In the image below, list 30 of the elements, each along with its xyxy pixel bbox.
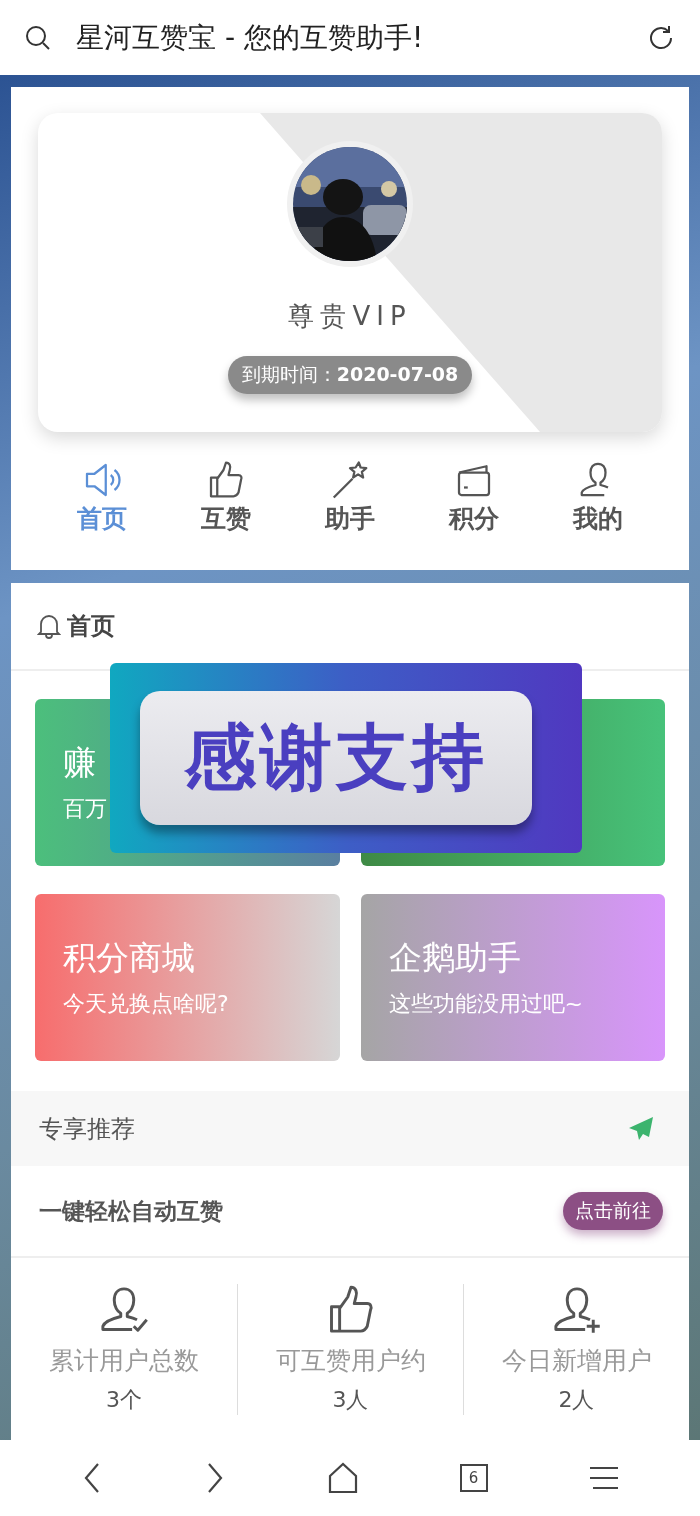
tab-count[interactable]: 6 [459, 1464, 488, 1492]
magic-wand-icon [330, 460, 370, 500]
card-subtitle: 这些功能没用过吧~ [388, 990, 583, 1018]
section-title: 首页 [67, 611, 115, 642]
card-subtitle: 今天兑换点啥呢? [63, 990, 229, 1018]
page-title: 星河互赞宝 - 您的互赞助手! [76, 19, 425, 56]
nav-tab[interactable]: 互赞 [186, 460, 266, 535]
stat-label: 可互赞用户约 [275, 1345, 426, 1377]
search-icon[interactable] [24, 23, 52, 52]
vip-level: 尊贵VIP [288, 300, 412, 333]
nav-tab[interactable]: 积分 [434, 460, 514, 535]
go-button[interactable]: 点击前往 [563, 1192, 663, 1230]
stat-value: 3人 [332, 1386, 369, 1414]
promo-text: 一键轻松自动互赞 [39, 1196, 223, 1226]
nav-tab[interactable]: 我的 [558, 460, 638, 535]
banner-text: 感谢支持 [140, 691, 532, 825]
stat-value: 2人 [558, 1386, 595, 1414]
card-title: 积分商城 [63, 937, 195, 979]
expiry-badge: 到期时间：2020-07-08 [227, 356, 473, 394]
bell-icon [37, 613, 61, 639]
card-subtitle: 百万 [63, 795, 107, 823]
card-title: 企鹅助手 [388, 937, 521, 979]
recommend-title: 专享推荐 [39, 1113, 135, 1145]
nav-tab[interactable]: 助手 [310, 460, 390, 535]
card-title: 赚 [63, 742, 96, 784]
menu-icon[interactable] [589, 1465, 620, 1491]
home-icon[interactable] [328, 1462, 358, 1494]
stat-value: 3个 [106, 1386, 142, 1414]
stat-label: 累计用户总数 [49, 1345, 199, 1377]
stat-label: 今日新增用户 [501, 1345, 652, 1377]
